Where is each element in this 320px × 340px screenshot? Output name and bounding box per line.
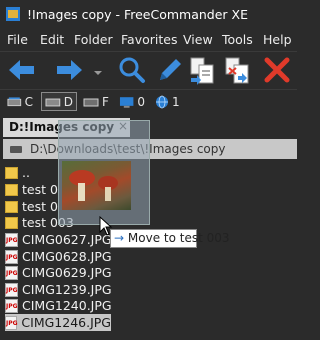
jpg-file-icon: JPG <box>5 315 18 330</box>
menu-folder[interactable]: Folder <box>74 32 113 47</box>
hard-drive-icon <box>45 98 61 106</box>
drive-d-button[interactable]: D <box>41 92 77 111</box>
forward-arrow-icon[interactable] <box>55 54 85 86</box>
list-item-folder[interactable]: test 0 <box>5 198 58 215</box>
mushroom-image <box>69 170 118 201</box>
jpg-file-icon: JPG <box>5 298 18 313</box>
list-item-parent[interactable]: .. <box>5 164 30 181</box>
jpg-badge: JPG <box>6 269 18 277</box>
list-item-file[interactable]: JPG CIMG0628.JPG <box>5 248 112 265</box>
network-globe-icon <box>156 95 168 108</box>
drive-1-button[interactable]: 1 <box>152 92 184 111</box>
jpg-badge: JPG <box>6 236 18 244</box>
folder-icon <box>5 216 18 229</box>
drive-f-button[interactable]: F <box>80 92 112 111</box>
drive-bar: C D F 0 1 <box>0 89 297 115</box>
drive-c-button[interactable]: C <box>4 92 36 111</box>
folder-icon <box>5 200 18 213</box>
list-item-file[interactable]: JPG CIMG1239.JPG <box>5 281 112 298</box>
jpg-file-icon: JPG <box>5 265 18 280</box>
jpg-badge: JPG <box>6 319 18 327</box>
folder-icon <box>5 166 18 179</box>
jpg-badge: JPG <box>6 253 18 261</box>
move-files-icon[interactable] <box>222 54 252 86</box>
drive-c-label: C <box>24 94 33 109</box>
file-name: test 0 <box>22 199 58 214</box>
drive-icon <box>10 146 22 153</box>
drop-tooltip-text: Move to test 003 <box>127 231 230 245</box>
drive-0-button[interactable]: 0 <box>116 92 148 111</box>
folder-icon <box>5 183 18 196</box>
arrow-right-icon: → <box>114 231 125 245</box>
delete-x-icon[interactable] <box>262 54 292 86</box>
menu-edit[interactable]: Edit <box>40 32 64 47</box>
list-item-file-selected[interactable]: JPG CIMG1246.JPG <box>5 314 111 331</box>
jpg-file-icon: JPG <box>5 282 18 297</box>
back-arrow-icon[interactable] <box>6 54 36 86</box>
drive-f-label: F <box>102 94 109 109</box>
menu-tools[interactable]: Tools <box>222 32 253 47</box>
file-name: CIMG1240.JPG <box>22 298 112 313</box>
menu-help[interactable]: Help <box>263 32 292 47</box>
drive-0-label: 0 <box>137 94 145 109</box>
toolbar <box>0 51 297 88</box>
app-icon <box>6 7 20 21</box>
jpg-file-icon: JPG <box>5 232 18 247</box>
menu-file[interactable]: File <box>7 32 28 47</box>
jpg-file-icon: JPG <box>5 249 18 264</box>
list-item-file[interactable]: JPG CIMG1240.JPG <box>5 297 112 314</box>
drop-tooltip: → Move to test 003 <box>110 229 230 248</box>
list-item-folder[interactable]: test 0 <box>5 181 58 198</box>
hard-drive-icon <box>7 96 22 106</box>
drive-1-label: 1 <box>172 94 180 109</box>
jpg-badge: JPG <box>6 286 18 294</box>
list-item-file[interactable]: JPG CIMG0627.JPG <box>5 231 112 248</box>
file-name: test 0 <box>22 182 58 197</box>
chevron-down-icon[interactable] <box>92 54 104 86</box>
drag-thumbnail <box>62 161 131 210</box>
file-name: CIMG1239.JPG <box>22 282 112 297</box>
drive-d-label: D <box>63 94 73 109</box>
drive-icon <box>83 98 99 106</box>
path-bar[interactable]: D:\Downloads\test\!Images copy <box>3 139 297 159</box>
edit-pencil-icon[interactable] <box>154 54 184 86</box>
file-name: .. <box>22 165 30 180</box>
search-icon[interactable] <box>116 54 146 86</box>
file-name: CIMG0628.JPG <box>22 249 112 264</box>
list-item-file[interactable]: JPG CIMG0629.JPG <box>5 264 112 281</box>
window-title: !Images copy - FreeCommander XE <box>27 7 248 22</box>
jpg-badge: JPG <box>6 302 18 310</box>
copy-files-icon[interactable] <box>187 54 217 86</box>
menu-view[interactable]: View <box>183 32 213 47</box>
menu-favorites[interactable]: Favorites <box>121 32 177 47</box>
menu-bar: File Edit Folder Favorites View Tools He… <box>0 30 297 50</box>
file-name: CIMG0629.JPG <box>22 265 112 280</box>
file-name: CIMG1246.JPG <box>21 315 111 330</box>
monitor-icon <box>119 96 134 108</box>
